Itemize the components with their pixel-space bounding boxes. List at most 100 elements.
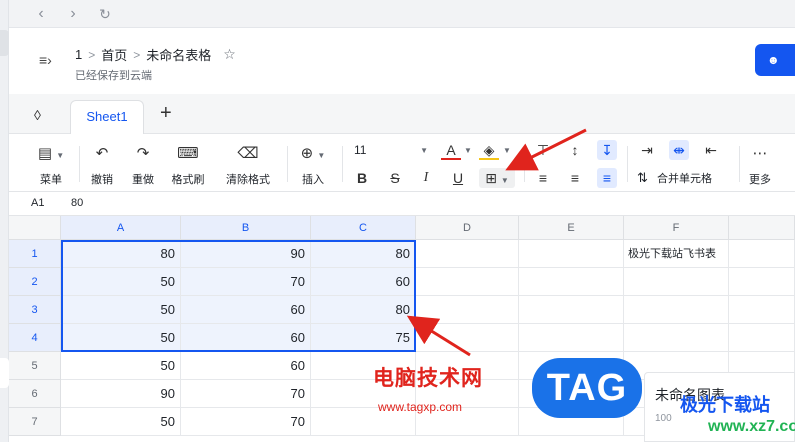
column-header-g[interactable]	[729, 216, 795, 240]
table-cell[interactable]: 50	[61, 296, 181, 324]
left-strip-handle-lower[interactable]	[0, 358, 9, 388]
menu-button[interactable]: ▤ ▼ 菜单	[31, 144, 71, 187]
tab-sheet1[interactable]: Sheet1	[70, 100, 144, 134]
clear-format-button[interactable]: ⌫ 清除格式	[222, 144, 274, 187]
table-cell[interactable]	[519, 324, 624, 352]
insert-label: 插入	[302, 174, 324, 186]
table-cell[interactable]	[624, 268, 729, 296]
forward-arrow-icon[interactable]: ›	[63, 4, 83, 24]
underline-icon[interactable]: U	[448, 168, 468, 188]
format-painter-button[interactable]: ⌨ 格式刷	[169, 144, 207, 187]
breadcrumb-item-home[interactable]: 首页	[101, 45, 127, 64]
table-cell[interactable]: 90	[61, 380, 181, 408]
cell-reference[interactable]: A1	[31, 197, 44, 209]
sheet-tab-bar: ◊ Sheet1 +	[9, 94, 795, 134]
document-title[interactable]: 未命名表格	[146, 45, 211, 64]
redo-icon: ↷	[136, 145, 150, 162]
column-header-b[interactable]: B	[181, 216, 311, 240]
column-header-c[interactable]: C	[311, 216, 416, 240]
table-cell[interactable]: 50	[61, 324, 181, 352]
table-cell[interactable]: 极光下载站飞书表	[624, 240, 729, 268]
watermark-title: 电脑技术网	[373, 367, 483, 390]
breadcrumb-item-root[interactable]: 1	[75, 47, 82, 62]
more-button[interactable]: ⋯ 更多	[747, 144, 773, 187]
table-cell[interactable]: 60	[311, 268, 416, 296]
table-cell[interactable]	[519, 240, 624, 268]
row-header[interactable]: 6	[9, 380, 61, 408]
table-cell[interactable]: 90	[181, 240, 311, 268]
chevron-down-icon[interactable]: ▼	[503, 146, 511, 155]
left-strip-handle[interactable]	[0, 30, 9, 56]
align-middle-icon[interactable]: ↕	[565, 140, 585, 160]
table-cell[interactable]	[416, 324, 519, 352]
row-header[interactable]: 7	[9, 408, 61, 436]
align-center-icon[interactable]: ≡	[565, 168, 585, 188]
table-cell[interactable]: 80	[311, 240, 416, 268]
row-header[interactable]: 2	[9, 268, 61, 296]
table-cell[interactable]	[624, 324, 729, 352]
table-cell[interactable]: 50	[61, 268, 181, 296]
table-cell[interactable]	[416, 240, 519, 268]
layers-icon[interactable]: ◊	[34, 107, 41, 123]
share-button[interactable]: ☻	[755, 44, 795, 76]
row-header[interactable]: 5	[9, 352, 61, 380]
table-cell[interactable]: 50	[61, 352, 181, 380]
table-cell[interactable]: 75	[311, 324, 416, 352]
chevron-down-icon[interactable]: ▼	[464, 146, 472, 155]
table-cell[interactable]	[729, 268, 795, 296]
row-header[interactable]: 4	[9, 324, 61, 352]
strikethrough-icon[interactable]: S	[385, 168, 405, 188]
table-cell[interactable]: 60	[181, 324, 311, 352]
browser-navigation-bar: ‹ › ↻	[9, 0, 795, 28]
table-cell[interactable]	[519, 268, 624, 296]
chevron-right-icon: >	[88, 47, 96, 62]
column-header-e[interactable]: E	[519, 216, 624, 240]
redo-button[interactable]: ↷ 重做	[130, 144, 156, 187]
row-header[interactable]: 3	[9, 296, 61, 324]
toolbar: ▤ ▼ 菜单 ↶ 撤销 ↷ 重做 ⌨ 格式刷 ⌫ 清除格式 ⊕ ▼ 插入 11 …	[9, 134, 795, 192]
star-icon[interactable]: ☆	[223, 46, 236, 63]
overflow-icon[interactable]: ⇥	[637, 140, 657, 160]
table-cell[interactable]: 70	[181, 408, 311, 436]
select-all-corner[interactable]	[9, 216, 61, 240]
column-header-f[interactable]: F	[624, 216, 729, 240]
font-size-select[interactable]: 11 ▼	[354, 143, 428, 157]
table-cell[interactable]: 80	[311, 296, 416, 324]
insert-button[interactable]: ⊕ ▼ 插入	[296, 144, 330, 187]
plus-circle-icon: ⊕ ▼	[300, 145, 326, 162]
column-header-a[interactable]: A	[61, 216, 181, 240]
undo-button[interactable]: ↶ 撤销	[89, 144, 115, 187]
align-left-icon[interactable]: ≡	[533, 168, 553, 188]
table-cell[interactable]	[416, 268, 519, 296]
add-sheet-icon[interactable]: +	[160, 102, 172, 125]
table-cell[interactable]	[729, 324, 795, 352]
align-top-icon[interactable]: ⊤	[533, 140, 553, 160]
table-cell[interactable]	[729, 296, 795, 324]
bold-icon[interactable]: B	[352, 168, 372, 188]
merge-cells-button[interactable]: ⇅ 合并单元格	[637, 168, 712, 189]
fill-color-icon[interactable]: ◈	[479, 140, 499, 160]
border-button[interactable]: ⊞ ▼	[479, 168, 515, 188]
table-cell[interactable]	[416, 296, 519, 324]
table-cell[interactable]	[624, 296, 729, 324]
table-cell[interactable]: 80	[61, 240, 181, 268]
align-right-icon[interactable]: ≡	[597, 168, 617, 188]
align-bottom-icon[interactable]: ↧	[597, 140, 617, 160]
row-header[interactable]: 1	[9, 240, 61, 268]
table-cell[interactable]: 60	[181, 296, 311, 324]
table-cell[interactable]: 50	[61, 408, 181, 436]
italic-icon[interactable]: I	[416, 168, 436, 188]
reload-icon[interactable]: ↻	[95, 4, 115, 24]
wrap-icon[interactable]: ⇤	[701, 140, 721, 160]
font-color-icon[interactable]: A	[441, 140, 461, 160]
table-cell[interactable]: 70	[181, 380, 311, 408]
formula-input[interactable]: 80	[71, 197, 83, 209]
table-cell[interactable]: 60	[181, 352, 311, 380]
table-cell[interactable]	[519, 296, 624, 324]
table-cell[interactable]: 70	[181, 268, 311, 296]
column-header-d[interactable]: D	[416, 216, 519, 240]
expand-sidebar-icon[interactable]: ≡›	[39, 52, 52, 68]
back-arrow-icon[interactable]: ‹	[31, 4, 51, 24]
table-cell[interactable]	[729, 240, 795, 268]
clip-icon[interactable]: ⇼	[669, 140, 689, 160]
